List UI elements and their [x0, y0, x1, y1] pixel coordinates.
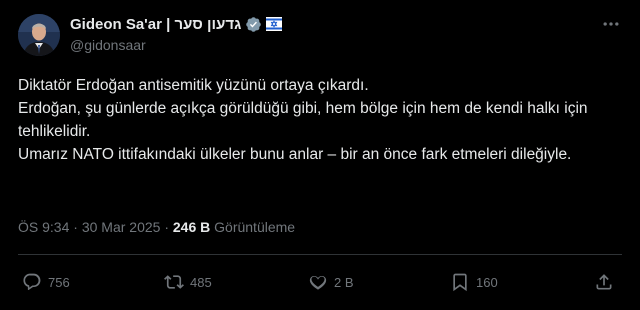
more-dots-icon[interactable]: [600, 14, 622, 34]
bookmark-icon: [453, 273, 467, 292]
tweet: Gideon Sa'ar | גדעון סער @gidonsaar Dikt…: [0, 0, 640, 310]
share-icon: [596, 274, 612, 290]
avatar-image: [18, 14, 60, 56]
meta-separator: ·: [164, 219, 169, 235]
repost-count: 485: [190, 274, 212, 290]
share-button[interactable]: [594, 272, 620, 292]
views-count: 246 B: [172, 219, 211, 235]
tweet-line: Erdoğan, şu günlerde açıkça görüldüğü gi…: [18, 100, 588, 140]
like-count: 2 B: [334, 274, 354, 290]
action-bar: 756 485 2 B 160: [18, 272, 622, 294]
reply-bubble-icon: [23, 273, 41, 291]
bookmark-count: 160: [476, 274, 498, 290]
views-label: Görüntüleme: [214, 219, 296, 235]
tweet-date[interactable]: 30 Mar 2025: [82, 219, 161, 235]
tweet-line: Umarız NATO ittifakındaki ülkeler bunu a…: [18, 146, 572, 163]
tweet-time[interactable]: ÖS 9:34: [18, 219, 69, 235]
tweet-header: Gideon Sa'ar | גדעון סער @gidonsaar: [70, 14, 640, 56]
repost-icon: [164, 275, 184, 289]
israel-flag-icon: [266, 16, 283, 32]
heart-icon: [309, 276, 327, 290]
reply-button[interactable]: 756: [22, 272, 70, 292]
reply-count: 756: [48, 274, 70, 290]
verified-badge-icon: [245, 16, 262, 33]
tweet-text: Diktatör Erdoğan antisemitik yüzünü orta…: [18, 74, 628, 166]
avatar[interactable]: [18, 14, 60, 56]
author-handle[interactable]: @gidonsaar: [70, 37, 640, 53]
divider: [18, 254, 622, 255]
bookmark-button[interactable]: 160: [450, 272, 498, 292]
meta-separator: ·: [73, 219, 78, 235]
name-row: Gideon Sa'ar | גדעון סער: [70, 14, 640, 34]
like-button[interactable]: 2 B: [308, 272, 354, 292]
tweet-meta: ÖS 9:34 · 30 Mar 2025 · 246 B Görüntülem…: [18, 219, 295, 235]
repost-button[interactable]: 485: [164, 272, 212, 292]
tweet-line: Diktatör Erdoğan antisemitik yüzünü orta…: [18, 77, 369, 94]
author-name[interactable]: Gideon Sa'ar | גדעון סער: [70, 16, 241, 33]
